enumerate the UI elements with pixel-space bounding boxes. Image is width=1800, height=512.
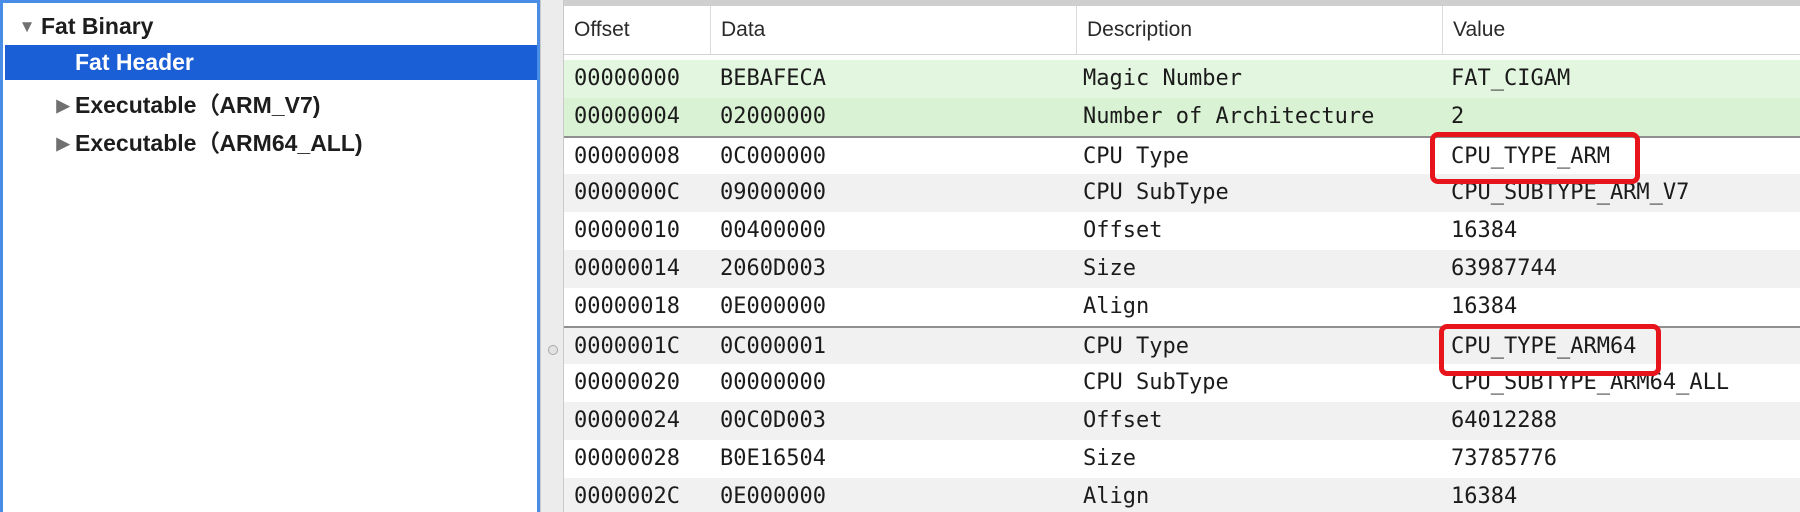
table-row[interactable]: 00000018 0E000000 Align 16384 xyxy=(564,288,1800,326)
outline-sidebar: ▼ Fat Binary Fat Header ▶ Executable（ARM… xyxy=(0,0,540,512)
disclosure-triangle-down-icon[interactable]: ▼ xyxy=(17,9,37,44)
cell-description: CPU Type xyxy=(1083,334,1189,359)
table-row[interactable]: 00000028 B0E16504 Size 73785776 xyxy=(564,440,1800,478)
cell-value: 64012288 xyxy=(1451,408,1557,433)
tree-item-fat-header[interactable]: Fat Header xyxy=(5,45,537,80)
cell-data: 2060D003 xyxy=(720,256,826,281)
cell-description: Align xyxy=(1083,484,1150,509)
tree-item-fat-binary[interactable]: ▼ Fat Binary xyxy=(3,9,537,44)
tree-item-executable-arm-v7[interactable]: ▶ Executable（ARM_V7) xyxy=(3,88,537,123)
cell-offset: 00000010 xyxy=(574,218,680,243)
cell-value: CPU_SUBTYPE_ARM_V7 xyxy=(1451,180,1690,205)
table-header: Offset Data Description Value xyxy=(564,6,1800,55)
cell-data: 00000000 xyxy=(720,370,826,395)
cell-offset: 0000000C xyxy=(574,180,680,205)
cell-data: 09000000 xyxy=(720,180,826,205)
cell-value: CPU_TYPE_ARM xyxy=(1451,144,1610,169)
cell-description: CPU Type xyxy=(1083,144,1189,169)
table-row[interactable]: 00000024 00C0D003 Offset 64012288 xyxy=(564,402,1800,440)
split-divider[interactable] xyxy=(540,0,564,512)
cell-description: Magic Number xyxy=(1083,66,1242,91)
tree-item-label: Executable（ARM64_ALL) xyxy=(75,130,363,156)
cell-data: 0E000000 xyxy=(720,484,826,509)
cell-description: CPU SubType xyxy=(1083,370,1229,395)
cell-value: 16384 xyxy=(1451,294,1518,319)
cell-description: Align xyxy=(1083,294,1150,319)
column-header-value[interactable]: Value xyxy=(1442,6,1800,54)
tree-item-executable-arm64-all[interactable]: ▶ Executable（ARM64_ALL) xyxy=(3,126,537,161)
split-handle-icon[interactable] xyxy=(548,345,558,355)
cell-value: FAT_CIGAM xyxy=(1451,66,1571,91)
table-row[interactable]: 00000020 00000000 CPU SubType CPU_SUBTYP… xyxy=(564,364,1800,402)
cell-description: Number of Architecture xyxy=(1083,104,1375,129)
cell-data: 02000000 xyxy=(720,104,826,129)
cell-data: 00C0D003 xyxy=(720,408,826,433)
disclosure-triangle-right-icon[interactable]: ▶ xyxy=(53,126,73,161)
cell-offset: 00000028 xyxy=(574,446,680,471)
cell-description: Size xyxy=(1083,446,1136,471)
table-row[interactable]: 00000008 0C000000 CPU Type CPU_TYPE_ARM xyxy=(564,136,1800,176)
cell-value: 63987744 xyxy=(1451,256,1557,281)
table-row[interactable]: 00000014 2060D003 Size 63987744 xyxy=(564,250,1800,288)
cell-description: Offset xyxy=(1083,408,1163,433)
cell-data: 0C000001 xyxy=(720,334,826,359)
cell-value: CPU_TYPE_ARM64 xyxy=(1451,334,1637,359)
table-row[interactable]: 0000001C 0C000001 CPU Type CPU_TYPE_ARM6… xyxy=(564,326,1800,366)
cell-data: BEBAFECA xyxy=(720,66,826,91)
table-row[interactable]: 00000010 00400000 Offset 16384 xyxy=(564,212,1800,250)
column-header-description[interactable]: Description xyxy=(1076,6,1442,54)
data-table: Offset Data Description Value 00000000 B… xyxy=(564,0,1800,512)
cell-value: 16384 xyxy=(1451,484,1518,509)
tree-item-label: Fat Binary xyxy=(41,13,154,39)
cell-offset: 00000020 xyxy=(574,370,680,395)
cell-offset: 0000002C xyxy=(574,484,680,509)
cell-value: CPU_SUBTYPE_ARM64_ALL xyxy=(1451,370,1730,395)
column-header-data[interactable]: Data xyxy=(710,6,1076,54)
cell-description: CPU SubType xyxy=(1083,180,1229,205)
cell-offset: 0000001C xyxy=(574,334,680,359)
cell-value: 16384 xyxy=(1451,218,1518,243)
table-row[interactable]: 0000000C 09000000 CPU SubType CPU_SUBTYP… xyxy=(564,174,1800,212)
cell-offset: 00000000 xyxy=(574,66,680,91)
cell-description: Size xyxy=(1083,256,1136,281)
cell-value: 73785776 xyxy=(1451,446,1557,471)
cell-description: Offset xyxy=(1083,218,1163,243)
table-row[interactable]: 0000002C 0E000000 Align 16384 xyxy=(564,478,1800,512)
cell-data: 00400000 xyxy=(720,218,826,243)
cell-value: 2 xyxy=(1451,104,1465,129)
disclosure-triangle-right-icon[interactable]: ▶ xyxy=(53,88,73,123)
cell-data: 0C000000 xyxy=(720,144,826,169)
cell-offset: 00000014 xyxy=(574,256,680,281)
cell-offset: 00000018 xyxy=(574,294,680,319)
cell-data: B0E16504 xyxy=(720,446,826,471)
tree-item-label: Executable（ARM_V7) xyxy=(75,92,321,118)
cell-offset: 00000004 xyxy=(574,104,680,129)
tree-item-label: Fat Header xyxy=(75,49,194,75)
table-row[interactable]: 00000000 BEBAFECA Magic Number FAT_CIGAM xyxy=(564,60,1800,98)
cell-offset: 00000008 xyxy=(574,144,680,169)
cell-data: 0E000000 xyxy=(720,294,826,319)
table-row[interactable]: 00000004 02000000 Number of Architecture… xyxy=(564,98,1800,136)
cell-offset: 00000024 xyxy=(574,408,680,433)
column-header-offset[interactable]: Offset xyxy=(564,6,710,54)
